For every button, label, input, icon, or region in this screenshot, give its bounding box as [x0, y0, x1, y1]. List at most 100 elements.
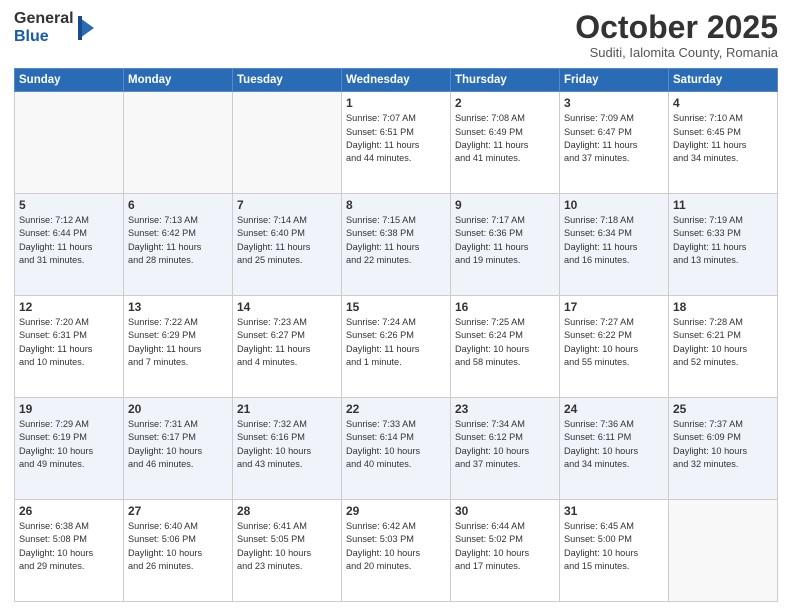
- day-info: Sunrise: 7:13 AM Sunset: 6:42 PM Dayligh…: [128, 214, 228, 267]
- calendar-week-row: 5Sunrise: 7:12 AM Sunset: 6:44 PM Daylig…: [15, 194, 778, 296]
- calendar-week-row: 1Sunrise: 7:07 AM Sunset: 6:51 PM Daylig…: [15, 92, 778, 194]
- header-sunday: Sunday: [15, 69, 124, 92]
- day-number: 23: [455, 402, 555, 416]
- table-row: 13 Sunrise: 7:22 AM Sunset: 6:29 PM Dayli…: [124, 296, 233, 398]
- day-number: 31: [564, 504, 664, 518]
- day-number: 30: [455, 504, 555, 518]
- subtitle: Suditi, Ialomita County, Romania: [575, 45, 778, 60]
- day-info: Sunrise: 7:22 AM Sunset: 6:29 PM Dayligh…: [128, 316, 228, 369]
- calendar-header-row: Sunday Monday Tuesday Wednesday Thursday…: [15, 69, 778, 92]
- day-number: 8: [346, 198, 446, 212]
- day-number: 2: [455, 96, 555, 110]
- table-row: 15Sunrise: 7:24 AM Sunset: 6:26 PM Dayli…: [342, 296, 451, 398]
- day-number: 6: [128, 198, 228, 212]
- day-info: Sunrise: 7:34 AM Sunset: 6:12 PM Dayligh…: [455, 418, 555, 471]
- header-wednesday: Wednesday: [342, 69, 451, 92]
- table-row: 21Sunrise: 7:32 AM Sunset: 6:16 PM Dayli…: [233, 398, 342, 500]
- day-info: Sunrise: 7:07 AM Sunset: 6:51 PM Dayligh…: [346, 112, 446, 165]
- day-number: 10: [564, 198, 664, 212]
- table-row: 22 Sunrise: 7:33 AM Sunset: 6:14 PM Dayli…: [342, 398, 451, 500]
- table-row: 10 Sunrise: 7:18 AM Sunset: 6:34 PM Dayli…: [560, 194, 669, 296]
- table-row: 5Sunrise: 7:12 AM Sunset: 6:44 PM Daylig…: [15, 194, 124, 296]
- day-info: Sunrise: 7:28 AM Sunset: 6:21 PM Dayligh…: [673, 316, 773, 369]
- header: General Blue October 2025 Suditi, Ialomi…: [14, 10, 778, 60]
- table-row: 27Sunrise: 6:40 AM Sunset: 5:06 PM Dayli…: [124, 500, 233, 602]
- day-info: Sunrise: 7:29 AM Sunset: 6:19 PM Dayligh…: [19, 418, 119, 471]
- day-info: Sunrise: 7:31 AM Sunset: 6:17 PM Dayligh…: [128, 418, 228, 471]
- day-number: 12: [19, 300, 119, 314]
- logo: General Blue: [14, 10, 96, 45]
- day-number: 20: [128, 402, 228, 416]
- header-friday: Friday: [560, 69, 669, 92]
- table-row: [15, 92, 124, 194]
- header-thursday: Thursday: [451, 69, 560, 92]
- calendar-week-row: 19 Sunrise: 7:29 AM Sunset: 6:19 PM Dayli…: [15, 398, 778, 500]
- table-row: 28Sunrise: 6:41 AM Sunset: 5:05 PM Dayli…: [233, 500, 342, 602]
- day-info: Sunrise: 6:45 AM Sunset: 5:00 PM Dayligh…: [564, 520, 664, 573]
- day-info: Sunrise: 7:17 AM Sunset: 6:36 PM Dayligh…: [455, 214, 555, 267]
- calendar-week-row: 26 Sunrise: 6:38 AM Sunset: 5:08 PM Dayli…: [15, 500, 778, 602]
- day-info: Sunrise: 7:15 AM Sunset: 6:38 PM Dayligh…: [346, 214, 446, 267]
- table-row: 16 Sunrise: 7:25 AM Sunset: 6:24 PM Dayli…: [451, 296, 560, 398]
- day-number: 28: [237, 504, 337, 518]
- day-info: Sunrise: 7:14 AM Sunset: 6:40 PM Dayligh…: [237, 214, 337, 267]
- table-row: 26 Sunrise: 6:38 AM Sunset: 5:08 PM Dayli…: [15, 500, 124, 602]
- day-info: Sunrise: 7:18 AM Sunset: 6:34 PM Dayligh…: [564, 214, 664, 267]
- table-row: 7 Sunrise: 7:14 AM Sunset: 6:40 PM Daylig…: [233, 194, 342, 296]
- day-number: 16: [455, 300, 555, 314]
- table-row: [124, 92, 233, 194]
- table-row: [233, 92, 342, 194]
- table-row: 17Sunrise: 7:27 AM Sunset: 6:22 PM Dayli…: [560, 296, 669, 398]
- day-info: Sunrise: 6:44 AM Sunset: 5:02 PM Dayligh…: [455, 520, 555, 573]
- day-number: 19: [19, 402, 119, 416]
- day-info: Sunrise: 7:19 AM Sunset: 6:33 PM Dayligh…: [673, 214, 773, 267]
- table-row: 18 Sunrise: 7:28 AM Sunset: 6:21 PM Dayli…: [669, 296, 778, 398]
- table-row: 24Sunrise: 7:36 AM Sunset: 6:11 PM Dayli…: [560, 398, 669, 500]
- table-row: 4Sunrise: 7:10 AM Sunset: 6:45 PM Daylig…: [669, 92, 778, 194]
- title-area: October 2025 Suditi, Ialomita County, Ro…: [575, 10, 778, 60]
- day-number: 25: [673, 402, 773, 416]
- day-info: Sunrise: 6:38 AM Sunset: 5:08 PM Dayligh…: [19, 520, 119, 573]
- header-tuesday: Tuesday: [233, 69, 342, 92]
- logo-blue: Blue: [14, 28, 74, 46]
- table-row: 8 Sunrise: 7:15 AM Sunset: 6:38 PM Daylig…: [342, 194, 451, 296]
- table-row: 1Sunrise: 7:07 AM Sunset: 6:51 PM Daylig…: [342, 92, 451, 194]
- day-number: 13: [128, 300, 228, 314]
- day-info: Sunrise: 7:09 AM Sunset: 6:47 PM Dayligh…: [564, 112, 664, 165]
- day-info: Sunrise: 7:27 AM Sunset: 6:22 PM Dayligh…: [564, 316, 664, 369]
- day-number: 11: [673, 198, 773, 212]
- day-info: Sunrise: 7:10 AM Sunset: 6:45 PM Dayligh…: [673, 112, 773, 165]
- table-row: 11 Sunrise: 7:19 AM Sunset: 6:33 PM Dayli…: [669, 194, 778, 296]
- table-row: 6 Sunrise: 7:13 AM Sunset: 6:42 PM Daylig…: [124, 194, 233, 296]
- day-info: Sunrise: 6:42 AM Sunset: 5:03 PM Dayligh…: [346, 520, 446, 573]
- day-number: 26: [19, 504, 119, 518]
- logo-icon: [76, 14, 96, 42]
- page-container: General Blue October 2025 Suditi, Ialomi…: [0, 0, 792, 612]
- logo-general: General: [14, 10, 74, 28]
- day-number: 14: [237, 300, 337, 314]
- day-info: Sunrise: 7:32 AM Sunset: 6:16 PM Dayligh…: [237, 418, 337, 471]
- day-number: 9: [455, 198, 555, 212]
- month-title: October 2025: [575, 10, 778, 45]
- day-info: Sunrise: 7:33 AM Sunset: 6:14 PM Dayligh…: [346, 418, 446, 471]
- day-number: 27: [128, 504, 228, 518]
- day-info: Sunrise: 7:36 AM Sunset: 6:11 PM Dayligh…: [564, 418, 664, 471]
- table-row: 30 Sunrise: 6:44 AM Sunset: 5:02 PM Dayli…: [451, 500, 560, 602]
- table-row: 12 Sunrise: 7:20 AM Sunset: 6:31 PM Dayli…: [15, 296, 124, 398]
- day-number: 3: [564, 96, 664, 110]
- day-number: 22: [346, 402, 446, 416]
- table-row: 25Sunrise: 7:37 AM Sunset: 6:09 PM Dayli…: [669, 398, 778, 500]
- day-info: Sunrise: 7:23 AM Sunset: 6:27 PM Dayligh…: [237, 316, 337, 369]
- day-number: 7: [237, 198, 337, 212]
- day-info: Sunrise: 7:25 AM Sunset: 6:24 PM Dayligh…: [455, 316, 555, 369]
- calendar-table: Sunday Monday Tuesday Wednesday Thursday…: [14, 68, 778, 602]
- table-row: 29Sunrise: 6:42 AM Sunset: 5:03 PM Dayli…: [342, 500, 451, 602]
- table-row: 23 Sunrise: 7:34 AM Sunset: 6:12 PM Dayli…: [451, 398, 560, 500]
- table-row: 14 Sunrise: 7:23 AM Sunset: 6:27 PM Dayli…: [233, 296, 342, 398]
- table-row: 19 Sunrise: 7:29 AM Sunset: 6:19 PM Dayli…: [15, 398, 124, 500]
- table-row: 2Sunrise: 7:08 AM Sunset: 6:49 PM Daylig…: [451, 92, 560, 194]
- day-number: 18: [673, 300, 773, 314]
- day-info: Sunrise: 7:20 AM Sunset: 6:31 PM Dayligh…: [19, 316, 119, 369]
- table-row: 3 Sunrise: 7:09 AM Sunset: 6:47 PM Daylig…: [560, 92, 669, 194]
- table-row: 20 Sunrise: 7:31 AM Sunset: 6:17 PM Dayli…: [124, 398, 233, 500]
